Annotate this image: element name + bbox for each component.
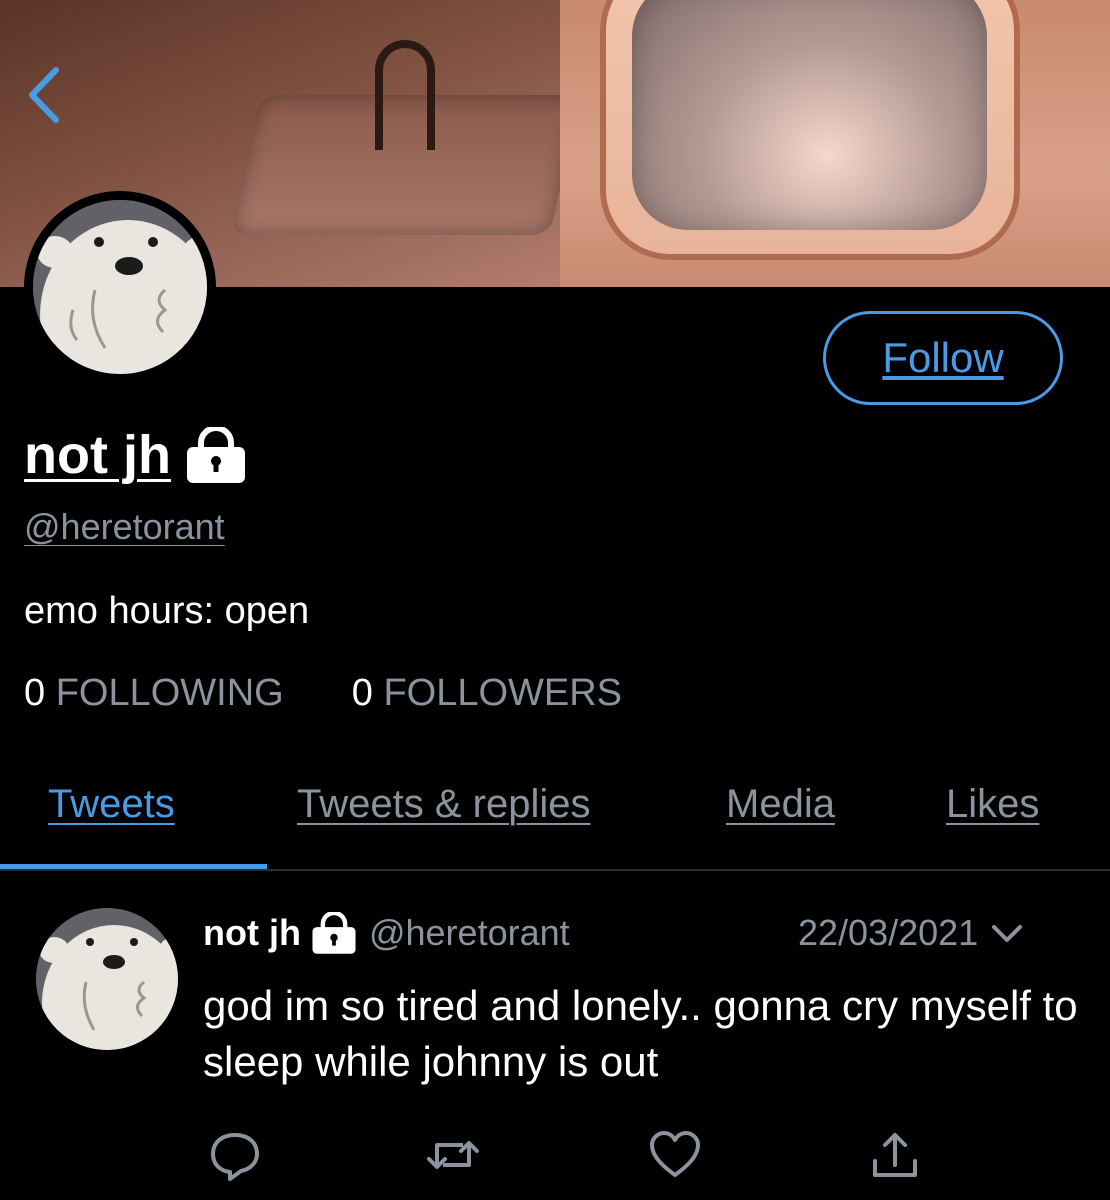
tweet-header: not jh @heretorant <box>203 908 570 958</box>
banner-latch <box>375 40 435 150</box>
tweet-text: god im so tired and lonely.. gonna cry m… <box>203 982 1078 1085</box>
avatar-image <box>33 200 207 374</box>
tweet-author-handle[interactable]: @heretorant <box>369 912 570 954</box>
tab-likes[interactable]: Likes <box>946 782 1039 827</box>
tweet-actions <box>200 1120 940 1190</box>
like-icon <box>650 1131 700 1177</box>
chevron-left-icon <box>29 67 59 123</box>
bear-avatar-icon <box>33 200 207 374</box>
retweet-button[interactable] <box>418 1120 488 1190</box>
tweet-author-name[interactable]: not jh <box>203 912 301 954</box>
tweet-date: 22/03/2021 <box>798 912 979 953</box>
tab-media[interactable]: Media <box>726 782 835 827</box>
followers-label: FOLLOWERS <box>383 672 623 714</box>
tabs-divider <box>0 869 1110 871</box>
following-label: FOLLOWING <box>55 672 284 714</box>
profile-stats: 0 FOLLOWING 0 FOLLOWERS <box>24 672 622 715</box>
following-stat[interactable]: 0 FOLLOWING <box>24 672 284 715</box>
following-count: 0 <box>24 672 46 714</box>
bear-avatar-icon <box>36 908 178 1050</box>
tweet-date-area: 22/03/2021 <box>798 908 1026 958</box>
follow-button[interactable]: Follow <box>823 311 1063 405</box>
tab-tweets-replies[interactable]: Tweets & replies <box>297 782 590 827</box>
banner-window-glass <box>632 0 987 230</box>
profile-avatar[interactable] <box>24 191 216 383</box>
tweet-avatar[interactable] <box>36 908 178 1050</box>
reply-button[interactable] <box>200 1120 270 1190</box>
reply-icon <box>211 1133 259 1181</box>
retweet-icon <box>427 1141 479 1169</box>
back-button[interactable] <box>22 62 72 132</box>
profile-tabs: Tweets Tweets & replies Media Likes <box>0 760 1110 870</box>
followers-count: 0 <box>351 672 373 714</box>
display-name-text: not jh <box>24 425 171 485</box>
like-button[interactable] <box>640 1120 710 1190</box>
profile-handle[interactable]: @heretorant <box>24 506 225 548</box>
chevron-down-icon[interactable] <box>988 919 1026 947</box>
share-button[interactable] <box>860 1120 930 1190</box>
followers-stat[interactable]: 0 FOLLOWERS <box>352 672 622 715</box>
lock-icon <box>186 427 245 483</box>
lock-icon <box>312 912 356 954</box>
share-icon <box>873 1133 917 1177</box>
tab-tweets[interactable]: Tweets <box>48 782 175 827</box>
profile-bio: emo hours: open <box>24 590 310 632</box>
profile-display-name: not jh <box>24 420 247 490</box>
